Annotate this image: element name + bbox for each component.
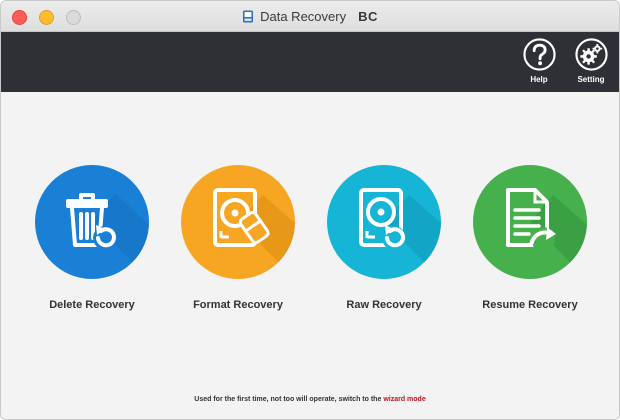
raw-recovery-button[interactable]: Raw Recovery <box>314 165 454 311</box>
help-label: Help <box>530 75 548 84</box>
delete-recovery-button[interactable]: Delete Recovery <box>22 165 162 311</box>
window-title-text: Data Recovery <box>260 9 347 24</box>
format-recovery-circle <box>181 165 295 279</box>
footer-hint: Used for the first time, not too will op… <box>1 396 619 403</box>
trash-restore-icon <box>66 193 149 279</box>
hard-drive-restore-icon <box>359 188 441 279</box>
format-recovery-label: Format Recovery <box>193 299 283 311</box>
title-bar: Data Recovery BC <box>1 1 619 32</box>
delete-recovery-circle <box>35 165 149 279</box>
window-title: Data Recovery BC <box>1 1 619 32</box>
resume-recovery-label: Resume Recovery <box>482 299 578 311</box>
resume-recovery-button[interactable]: Resume Recovery <box>460 165 600 311</box>
resume-recovery-circle <box>473 165 587 279</box>
help-icon <box>522 38 556 71</box>
hard-drive-eraser-icon <box>213 188 295 279</box>
format-recovery-button[interactable]: Format Recovery <box>168 165 308 311</box>
document-resume-icon <box>506 188 587 279</box>
wizard-mode-link[interactable]: wizard mode <box>383 396 425 403</box>
main-panel: Delete Recovery Format Recovery Raw Reco… <box>1 92 619 419</box>
gear-icon <box>574 38 608 71</box>
toolbar: Help Setting <box>1 32 619 92</box>
brand-text: BC <box>358 9 378 24</box>
raw-recovery-label: Raw Recovery <box>346 299 422 311</box>
footer-text: Used for the first time, not too will op… <box>194 396 382 403</box>
app-window: Data Recovery BC Help Setting Delete Rec… <box>0 0 620 420</box>
app-icon <box>243 10 254 23</box>
delete-recovery-label: Delete Recovery <box>49 299 135 311</box>
raw-recovery-circle <box>327 165 441 279</box>
setting-button[interactable]: Setting <box>569 38 613 88</box>
help-button[interactable]: Help <box>517 38 561 88</box>
setting-label: Setting <box>577 75 605 84</box>
